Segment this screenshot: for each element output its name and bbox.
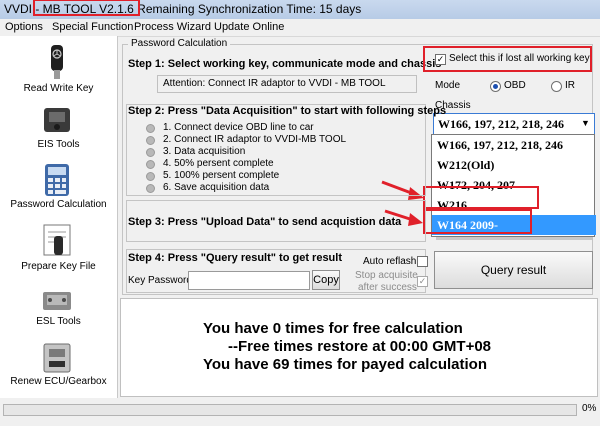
step2-item: 2. Connect IR adaptor to VVDI-MB TOOL bbox=[163, 134, 347, 145]
menu-special-function[interactable]: Special Function bbox=[52, 21, 133, 33]
auto-refresh-checkbox[interactable] bbox=[417, 256, 428, 267]
status-dot bbox=[146, 160, 155, 169]
highlight-w164-box bbox=[423, 209, 532, 234]
auto-refresh-label: Auto reflash bbox=[363, 256, 417, 267]
step3-label: Step 3: Press "Upload Data" to send acqu… bbox=[128, 216, 402, 228]
attention-text: Attention: Connect IR adaptor to VVDI - … bbox=[163, 78, 386, 89]
chassis-dropdown[interactable]: W166, 197, 212, 218, 246 ▼ bbox=[433, 113, 595, 135]
sidebar-item-label: Prepare Key File bbox=[21, 261, 96, 272]
esl-module-icon bbox=[43, 292, 71, 310]
mode-obd-label: OBD bbox=[504, 80, 526, 91]
step4-label: Step 4: Press "Query result" to get resu… bbox=[128, 252, 342, 264]
menu-options[interactable]: Options bbox=[5, 21, 43, 33]
highlight-w216-box bbox=[423, 186, 539, 209]
sidebar: Read Write Key EIS Tools Password Calcul… bbox=[0, 36, 118, 398]
sidebar-item-renew-ecu-gearbox[interactable]: Renew ECU/Gearbox bbox=[0, 336, 117, 411]
mode-label: Mode bbox=[435, 80, 461, 91]
ecu-icon bbox=[43, 343, 71, 373]
step2-item: 5. 100% persent complete bbox=[163, 170, 280, 181]
step2-item: 3. Data acquisition bbox=[163, 146, 246, 157]
step2-item: 4. 50% persent complete bbox=[163, 158, 274, 169]
status-dot bbox=[146, 124, 155, 133]
chevron-down-icon[interactable]: ▼ bbox=[581, 118, 590, 128]
mode-ir-label: IR bbox=[565, 80, 575, 91]
sidebar-item-label: Password Calculation bbox=[10, 199, 107, 210]
status-dot bbox=[146, 148, 155, 157]
sidebar-item-label: ESL Tools bbox=[36, 316, 81, 327]
query-result-button[interactable]: Query result bbox=[434, 251, 593, 289]
menu-bar: Options Special Function Process Wizard … bbox=[0, 19, 600, 37]
progress-percent: 0% bbox=[582, 403, 597, 414]
chassis-option[interactable]: W166, 197, 212, 218, 246 bbox=[432, 135, 596, 155]
stop-acquisite-checkbox[interactable]: ✓ bbox=[417, 276, 428, 287]
status-dot bbox=[146, 184, 155, 193]
copy-button[interactable]: Copy bbox=[312, 270, 340, 290]
step1-label: Step 1: Select working key, communicate … bbox=[128, 58, 442, 70]
lost-keys-checkbox[interactable]: ✓ bbox=[435, 54, 446, 65]
mercedes-key-icon bbox=[51, 45, 63, 79]
step2-item: 6. Save acquisition data bbox=[163, 182, 270, 193]
lost-keys-label: Select this if lost all working key bbox=[449, 53, 590, 64]
eis-module-icon bbox=[44, 108, 70, 132]
step2-label: Step 2: Press "Data Acquisition" to star… bbox=[128, 105, 447, 117]
progress-bar bbox=[3, 404, 577, 416]
sidebar-item-label: EIS Tools bbox=[37, 139, 80, 150]
sidebar-item-label: Renew ECU/Gearbox bbox=[10, 376, 107, 387]
upload-data-button[interactable] bbox=[436, 237, 592, 240]
calculator-icon bbox=[45, 164, 69, 196]
key-password-label: Key Password bbox=[128, 275, 192, 286]
group-title: Password Calculation bbox=[128, 38, 231, 49]
key-file-icon bbox=[43, 224, 71, 256]
step2-item: 1. Connect device OBD line to car bbox=[163, 122, 314, 133]
key-password-input[interactable] bbox=[188, 271, 310, 290]
sidebar-item-label: Read Write Key bbox=[23, 83, 94, 94]
status-dot bbox=[146, 172, 155, 181]
stop-acquisite-label-2: after success bbox=[358, 282, 417, 293]
info-free-times: You have 0 times for free calculation bbox=[203, 320, 463, 337]
status-dot bbox=[146, 136, 155, 145]
mode-obd-radio[interactable] bbox=[490, 81, 501, 92]
menu-process-wizard[interactable]: Process Wizard bbox=[134, 21, 211, 33]
mode-ir-radio[interactable] bbox=[551, 81, 562, 92]
menu-update-online[interactable]: Update Online bbox=[214, 21, 284, 33]
info-restore-time: --Free times restore at 00:00 GMT+08 bbox=[228, 338, 492, 355]
chassis-option[interactable]: W212(Old) bbox=[432, 155, 596, 175]
stop-acquisite-label: Stop acquisite bbox=[355, 270, 418, 281]
highlight-version-box bbox=[33, 0, 140, 16]
info-paid-times: You have 69 times for payed calculation bbox=[203, 356, 487, 373]
chassis-selected-value: W166, 197, 212, 218, 246 bbox=[438, 117, 564, 131]
